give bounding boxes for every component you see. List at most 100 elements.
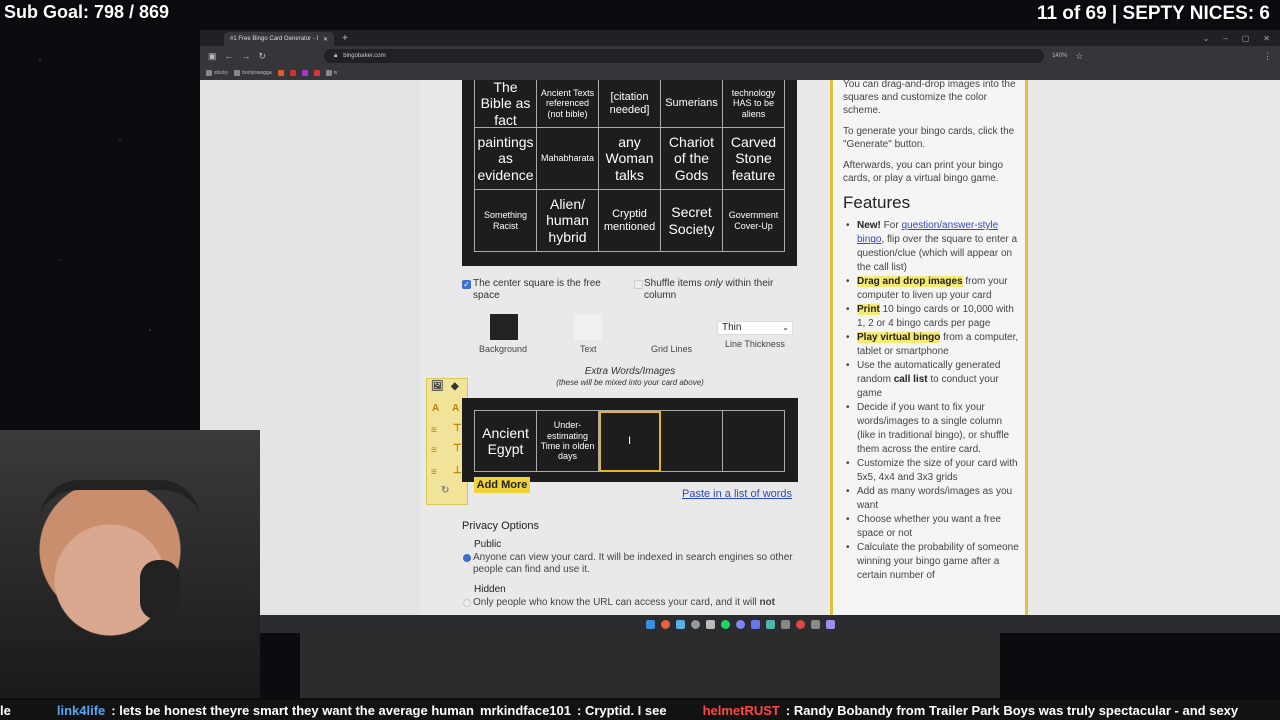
font-size-icon[interactable]: A: [432, 403, 439, 414]
bookmark-item[interactable]: tv: [325, 70, 338, 76]
bingo-cell[interactable]: [citation needed]: [599, 80, 661, 128]
background-color-swatch[interactable]: [490, 314, 518, 340]
chat-username: helmetRUST: [702, 702, 780, 718]
gridlines-label[interactable]: Grid Lines: [651, 344, 692, 354]
app-icon[interactable]: [705, 619, 715, 629]
new-tab-icon[interactable]: +: [342, 33, 348, 44]
app-icon[interactable]: [765, 619, 775, 629]
settings-icon[interactable]: [690, 619, 700, 629]
features-heading: Features: [843, 193, 911, 212]
tab-bar: #1 Free Bingo Card Generator - I ✕ + ⌄ –…: [200, 30, 1280, 46]
bookmark-item[interactable]: bootyswagga: [234, 70, 272, 76]
star-icon[interactable]: ☆: [1075, 51, 1083, 62]
bingo-cell[interactable]: Chariot of the Gods: [661, 128, 723, 190]
chat-text: : Randy Bobandy from Trailer Park Boys w…: [785, 702, 1239, 718]
reload-icon[interactable]: ↻: [259, 51, 267, 62]
extensions-icon[interactable]: ⋮: [1263, 51, 1272, 62]
sidebar-paragraph: To generate your bingo cards, click the …: [843, 126, 1015, 150]
paste-list-link[interactable]: Paste in a list of words: [682, 488, 792, 500]
back-icon[interactable]: ←: [225, 51, 234, 61]
app-icon[interactable]: [825, 619, 835, 629]
feature-item: Add as many words/images as you want: [843, 485, 1019, 513]
obs-icon[interactable]: [795, 619, 805, 629]
font-color-icon[interactable]: A: [452, 403, 459, 414]
text-color-swatch[interactable]: [574, 314, 602, 340]
bingo-cell[interactable]: paintings as evidence: [475, 128, 537, 190]
feature-item: Decide if you want to fix your words/ima…: [843, 401, 1019, 457]
maximize-icon[interactable]: ▢: [1242, 34, 1250, 43]
extra-cell-editing[interactable]: I: [599, 411, 661, 472]
bingo-grid: The Bible as fact Ancient Texts referenc…: [474, 80, 785, 252]
bookmark-item[interactable]: [289, 70, 296, 76]
tab-bingo[interactable]: #1 Free Bingo Card Generator - I ✕: [224, 32, 334, 46]
bingo-cell[interactable]: Sumerians: [661, 80, 723, 128]
paint-bucket-icon[interactable]: ◆: [451, 381, 459, 392]
extra-cell[interactable]: Under-estimating Time in olden days: [537, 411, 599, 472]
tab-close-icon[interactable]: ✕: [323, 36, 328, 43]
forward-icon[interactable]: →: [242, 51, 251, 61]
valign-bottom-icon[interactable]: ⊥: [453, 465, 462, 476]
bookmark-item[interactable]: stocky: [206, 70, 228, 76]
background-label: Background: [479, 344, 528, 354]
spotify-icon[interactable]: [720, 619, 730, 629]
bookmark-item[interactable]: [277, 70, 284, 76]
add-more-button[interactable]: Add More: [474, 477, 530, 493]
minimize-icon[interactable]: –: [1223, 34, 1227, 43]
align-center-icon[interactable]: ≡: [431, 445, 437, 456]
extra-cell[interactable]: Ancient Egypt: [475, 411, 537, 472]
extra-cell[interactable]: [723, 411, 785, 472]
bingo-cell[interactable]: The Bible as fact: [475, 80, 537, 128]
bookmark-item[interactable]: [313, 70, 320, 76]
color-options: Background Text Grid Lines Thin ⌄ Line Th…: [462, 312, 802, 362]
mirrored-stream-preview: [300, 633, 1000, 698]
feature-item: Play virtual bingo from a computer, tabl…: [843, 331, 1019, 359]
line-thickness-label: Line Thickness: [725, 339, 785, 349]
chat-username: link4life: [56, 702, 106, 718]
bingo-cell[interactable]: Mahabharata: [537, 128, 599, 190]
bingo-cell[interactable]: Alien/ human hybrid: [537, 190, 599, 252]
bingo-cell[interactable]: any Woman talks: [599, 128, 661, 190]
chevron-down-icon[interactable]: ⌄: [1203, 34, 1210, 43]
bingo-cell[interactable]: Government Cover-Up: [723, 190, 785, 252]
bingo-cell[interactable]: Something Racist: [475, 190, 537, 252]
start-icon[interactable]: [645, 619, 655, 629]
public-radio[interactable]: [463, 554, 471, 562]
bookmarks-bar: stocky bootyswagga tv: [200, 66, 1280, 80]
shuffle-checkbox[interactable]: [634, 280, 643, 289]
bingo-cell[interactable]: Carved Stone feature: [723, 128, 785, 190]
line-thickness-select[interactable]: Thin ⌄: [717, 321, 793, 335]
valign-middle-icon[interactable]: ⊤: [453, 443, 462, 454]
chat-text: : lets be honest theyre smart they want …: [111, 702, 474, 718]
chevron-down-icon: ⌄: [782, 323, 789, 332]
lock-icon: 🔒︎: [334, 52, 338, 59]
app-icon[interactable]: [675, 619, 685, 629]
sidebar-toggle-icon[interactable]: ▣: [208, 51, 217, 62]
close-icon[interactable]: ✕: [1263, 34, 1270, 43]
chat-ticker: le link4life : lets be honest theyre sma…: [0, 700, 1280, 720]
hidden-radio[interactable]: [463, 599, 471, 607]
bingo-cell[interactable]: Secret Society: [661, 190, 723, 252]
url-field[interactable]: 🔒︎ bingobaker.com: [324, 49, 1045, 63]
free-space-label: The center square is the free space: [473, 278, 601, 301]
app-icon[interactable]: [750, 619, 760, 629]
free-space-checkbox[interactable]: ✓: [462, 280, 471, 289]
extra-words-grid: Ancient Egypt Under-estimating Time in o…: [474, 410, 785, 472]
bookmark-item[interactable]: [301, 70, 308, 76]
valign-top-icon[interactable]: ⊤: [453, 423, 462, 434]
align-bottom-icon[interactable]: ≡: [431, 467, 437, 478]
window-controls: ⌄ – ▢ ✕: [1203, 34, 1280, 43]
app-icon[interactable]: [810, 619, 820, 629]
image-icon[interactable]: 🖼︎: [431, 381, 444, 392]
extra-cell[interactable]: [661, 411, 723, 472]
public-description: Anyone can view your card. It will be in…: [473, 552, 793, 575]
bingo-cell[interactable]: Cryptid mentioned: [599, 190, 661, 252]
app-icon[interactable]: [780, 619, 790, 629]
align-top-icon[interactable]: ≡: [431, 425, 437, 436]
rotate-icon[interactable]: ↻: [441, 485, 449, 496]
firefox-icon[interactable]: [660, 619, 670, 629]
zoom-level[interactable]: 140%: [1052, 53, 1067, 59]
bingo-cell[interactable]: technology HAS to be aliens: [723, 80, 785, 128]
discord-icon[interactable]: [735, 619, 745, 629]
bingo-cell[interactable]: Ancient Texts referenced (not bible): [537, 80, 599, 128]
bingo-card: The Bible as fact Ancient Texts referenc…: [462, 80, 797, 266]
